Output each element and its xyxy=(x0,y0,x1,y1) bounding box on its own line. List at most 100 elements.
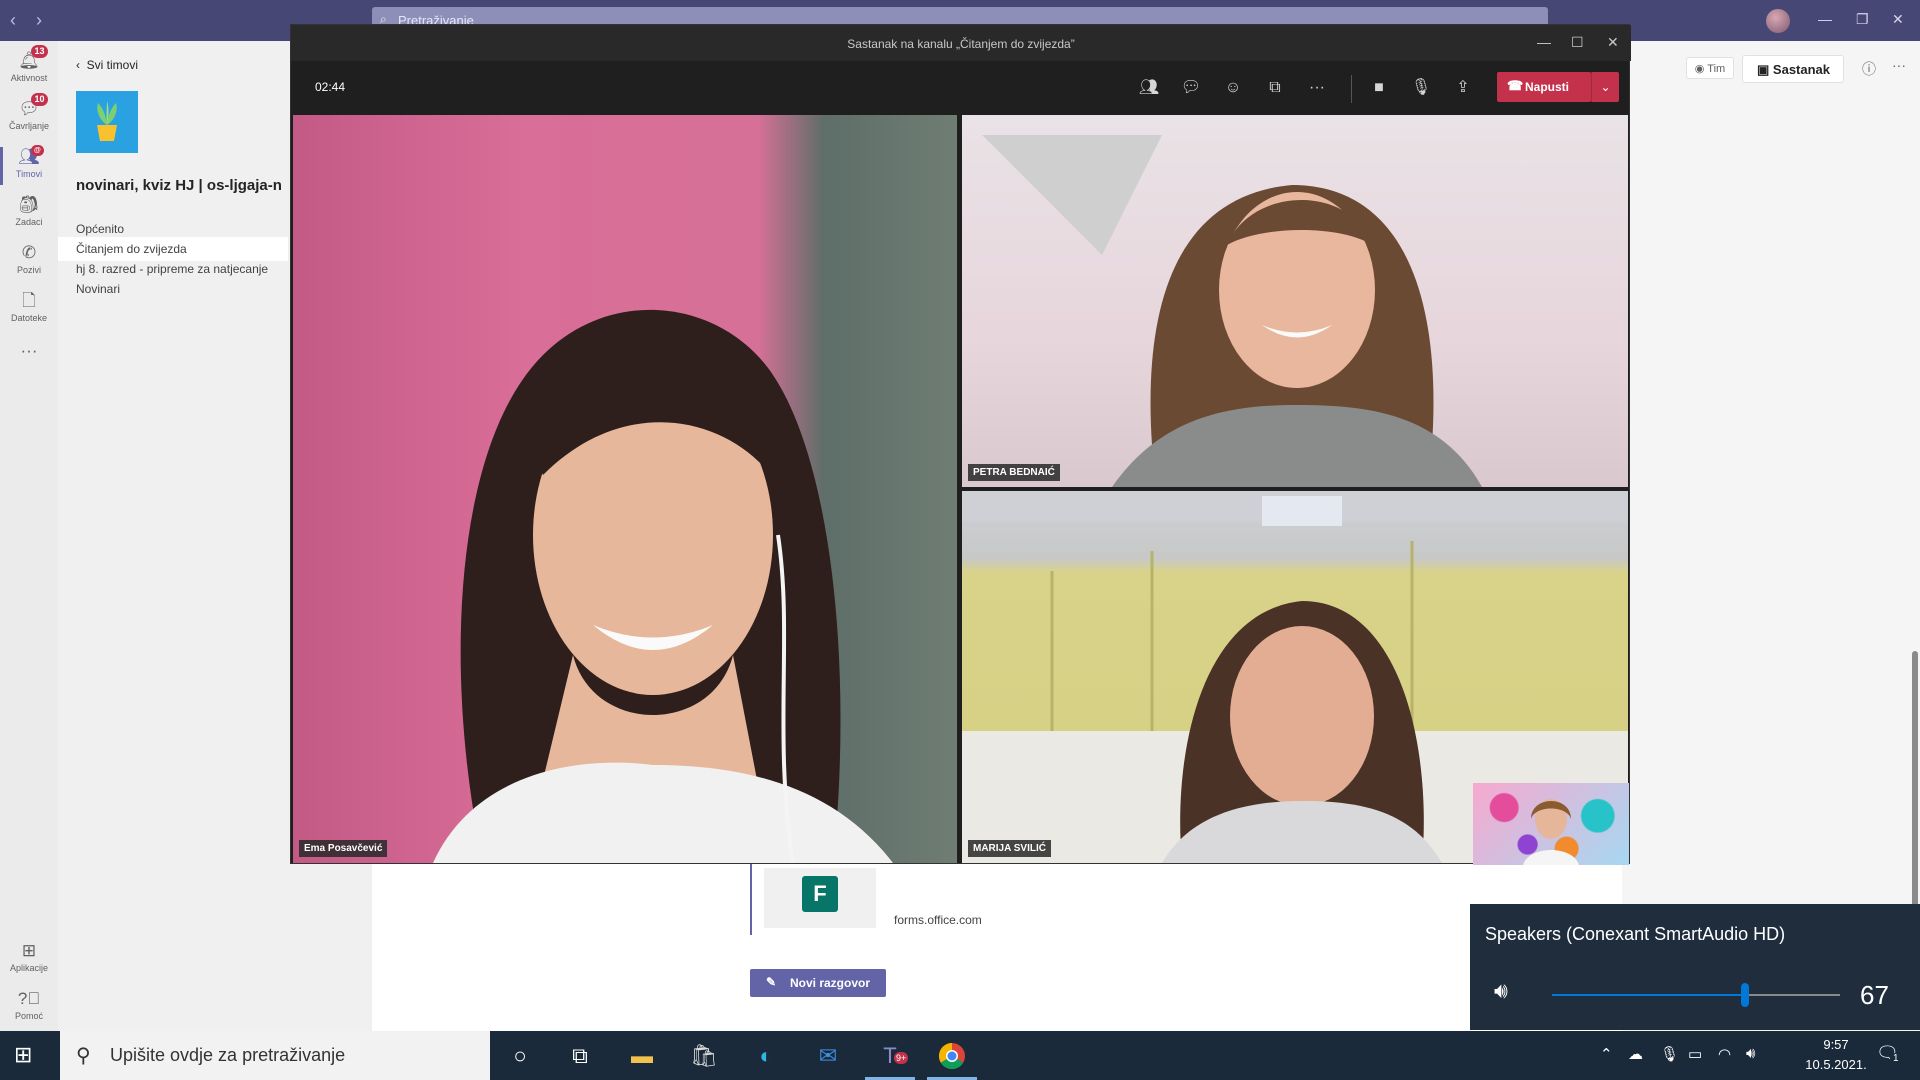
forward-arrow-icon[interactable]: › xyxy=(36,10,42,31)
teams-mention-badge: @ xyxy=(31,145,44,156)
participants-icon[interactable]: 👥︎ xyxy=(1137,76,1161,100)
card-url[interactable]: forms.office.com xyxy=(894,913,982,927)
team-button-label: Tim xyxy=(1707,63,1726,75)
participant-video xyxy=(433,309,893,863)
chrome-logo xyxy=(938,1042,965,1070)
windows-start-icon[interactable]: ⊞ xyxy=(14,1042,32,1068)
file-explorer-icon[interactable]: ▬ xyxy=(624,1040,660,1072)
volume-slider[interactable] xyxy=(1552,983,1840,1007)
leave-options-button[interactable]: ⌄ xyxy=(1591,72,1619,102)
chat-badge: 10 xyxy=(31,93,48,106)
speaker-icon[interactable]: 🔊︎ xyxy=(1494,978,1508,1004)
teams-icon: 👥︎ xyxy=(18,147,40,166)
rail-activity[interactable]: 🔔︎ 13 Aktivnost xyxy=(0,45,58,83)
plant-icon xyxy=(97,101,117,141)
all-teams-link[interactable]: ‹ Svi timovi xyxy=(76,58,138,72)
reactions-icon[interactable]: ☺ xyxy=(1221,76,1245,100)
team-name[interactable]: novinari, kviz HJ | os-ljgaja-n xyxy=(76,177,282,194)
cortana-icon[interactable]: ○ xyxy=(502,1040,538,1072)
chevron-left-icon: ‹ xyxy=(76,58,80,72)
toolbar-divider xyxy=(1351,75,1352,103)
rooms-icon[interactable]: ⧉ xyxy=(1263,76,1287,100)
forms-card[interactable]: F forms.office.com xyxy=(750,863,1350,935)
all-teams-label: Svi timovi xyxy=(86,58,139,72)
minimize-icon[interactable]: — xyxy=(1537,34,1551,50)
chat-icon[interactable]: 💬︎ xyxy=(1179,76,1203,100)
more-icon: ··· xyxy=(20,341,38,360)
meet-button[interactable]: ▣ Sastanak xyxy=(1742,55,1844,83)
clock-date[interactable]: 10.5.2021. xyxy=(1796,1057,1876,1072)
scrollbar[interactable] xyxy=(1912,651,1918,911)
chevron-down-icon: ⌄ xyxy=(1600,80,1611,94)
meet-button-label: Sastanak xyxy=(1772,62,1831,77)
team-logo xyxy=(76,91,138,153)
wifi-icon[interactable]: ◠ xyxy=(1718,1045,1731,1063)
notifications-icon[interactable]: 🗨︎ 1 xyxy=(1876,1043,1902,1064)
rail-label: Aktivnost xyxy=(10,73,48,83)
camera-icon[interactable]: ■ xyxy=(1367,76,1391,100)
volume-thumb[interactable] xyxy=(1740,983,1749,1007)
minimize-icon[interactable]: — xyxy=(1818,11,1832,27)
meeting-timer: 02:44 xyxy=(315,80,346,94)
forms-icon: F xyxy=(802,876,838,912)
chat-icon: 💬︎ xyxy=(18,99,40,118)
video-tile[interactable]: PETRA BEDNAIĆ xyxy=(962,115,1628,487)
task-view-icon[interactable]: ⧉ xyxy=(562,1040,598,1072)
chrome-icon[interactable] xyxy=(927,1040,977,1080)
teams-taskbar-badge: 9+ xyxy=(894,1052,909,1064)
app-rail: 🔔︎ 13 Aktivnost 💬︎ 10 Čavrljanje 👥︎ @ Ti… xyxy=(0,41,58,1031)
rail-apps[interactable]: ⊞ Aplikacije xyxy=(0,941,58,973)
rail-label: Datoteke xyxy=(10,313,48,323)
channel-item[interactable]: Novinari xyxy=(58,277,288,301)
mail-icon[interactable]: ✉ xyxy=(810,1040,846,1072)
share-screen-icon[interactable]: ⇪ xyxy=(1451,76,1475,100)
user-avatar[interactable] xyxy=(1766,9,1790,33)
rail-chat[interactable]: 💬︎ 10 Čavrljanje xyxy=(0,93,58,131)
meeting-title: Sastanak na kanalu „Čitanjem do zvijezda… xyxy=(291,25,1631,61)
rail-label: Pozivi xyxy=(16,265,41,275)
leave-label: Napusti xyxy=(1525,80,1570,94)
close-icon[interactable]: ✕ xyxy=(1607,34,1619,51)
leave-button[interactable]: ☎ Napusti xyxy=(1497,72,1591,102)
edge-icon[interactable]: ◐ xyxy=(748,1040,784,1072)
microphone-icon[interactable]: 🎙︎ xyxy=(1660,1045,1679,1063)
volume-icon[interactable]: 🔊︎ xyxy=(1746,1045,1755,1062)
participant-name: MARIJA SVILIĆ xyxy=(968,840,1051,857)
rail-more[interactable]: ··· xyxy=(0,341,58,363)
taskbar-search-placeholder: Upišite ovdje za pretraživanje xyxy=(110,1045,346,1065)
more-actions-icon[interactable]: ··· xyxy=(1305,76,1329,100)
participant-video xyxy=(982,135,1482,487)
restore-icon[interactable]: ❐ xyxy=(1856,11,1869,28)
team-button[interactable]: ◉ Tim xyxy=(1686,57,1734,79)
store-icon[interactable]: 🛍︎ xyxy=(686,1040,722,1072)
new-conversation-button[interactable]: ✎ Novi razgovor xyxy=(750,969,886,997)
more-icon[interactable]: ··· xyxy=(1892,57,1906,73)
volume-value: 67 xyxy=(1860,980,1889,1010)
self-video-preview[interactable] xyxy=(1473,783,1629,865)
volume-flyout: Speakers (Conexant SmartAudio HD) 🔊︎ 67 xyxy=(1470,904,1920,1030)
taskbar-search[interactable]: ⚲ Upišite ovdje za pretraživanje xyxy=(60,1031,490,1080)
rail-assignments[interactable]: 🎒︎ Zadaci xyxy=(0,195,58,227)
info-icon[interactable]: ⓘ xyxy=(1862,59,1876,79)
back-arrow-icon[interactable]: ‹ xyxy=(10,10,16,31)
phone-icon: ✆ xyxy=(21,243,37,262)
new-conversation-label: Novi razgovor xyxy=(790,976,871,990)
clock-time[interactable]: 9:57 xyxy=(1796,1037,1876,1052)
self-video xyxy=(1523,799,1579,865)
show-hidden-icons-icon[interactable]: ⌃ xyxy=(1600,1045,1613,1063)
rail-teams[interactable]: 👥︎ @ Timovi xyxy=(0,145,58,185)
video-icon: ▣ xyxy=(1757,62,1770,77)
apps-icon: ⊞ xyxy=(21,941,37,960)
rail-files[interactable]: 🗋 Datoteke xyxy=(0,291,58,323)
onedrive-icon[interactable]: ☁ xyxy=(1628,1045,1643,1063)
maximize-icon[interactable]: ☐ xyxy=(1571,34,1584,51)
rail-help[interactable]: ?⃝ Pomoć xyxy=(0,989,58,1021)
close-icon[interactable]: ✕ xyxy=(1892,11,1904,28)
bell-icon: 🔔︎ xyxy=(18,51,40,70)
microphone-icon[interactable]: 🎙︎ xyxy=(1409,76,1433,100)
audio-device-name: Speakers (Conexant SmartAudio HD) xyxy=(1485,924,1786,944)
video-tile[interactable]: Ema Posavčević xyxy=(293,115,957,863)
teams-taskbar-icon[interactable]: T 9+ xyxy=(865,1040,915,1080)
battery-icon[interactable]: ▭ xyxy=(1688,1045,1702,1063)
rail-calls[interactable]: ✆ Pozivi xyxy=(0,243,58,275)
